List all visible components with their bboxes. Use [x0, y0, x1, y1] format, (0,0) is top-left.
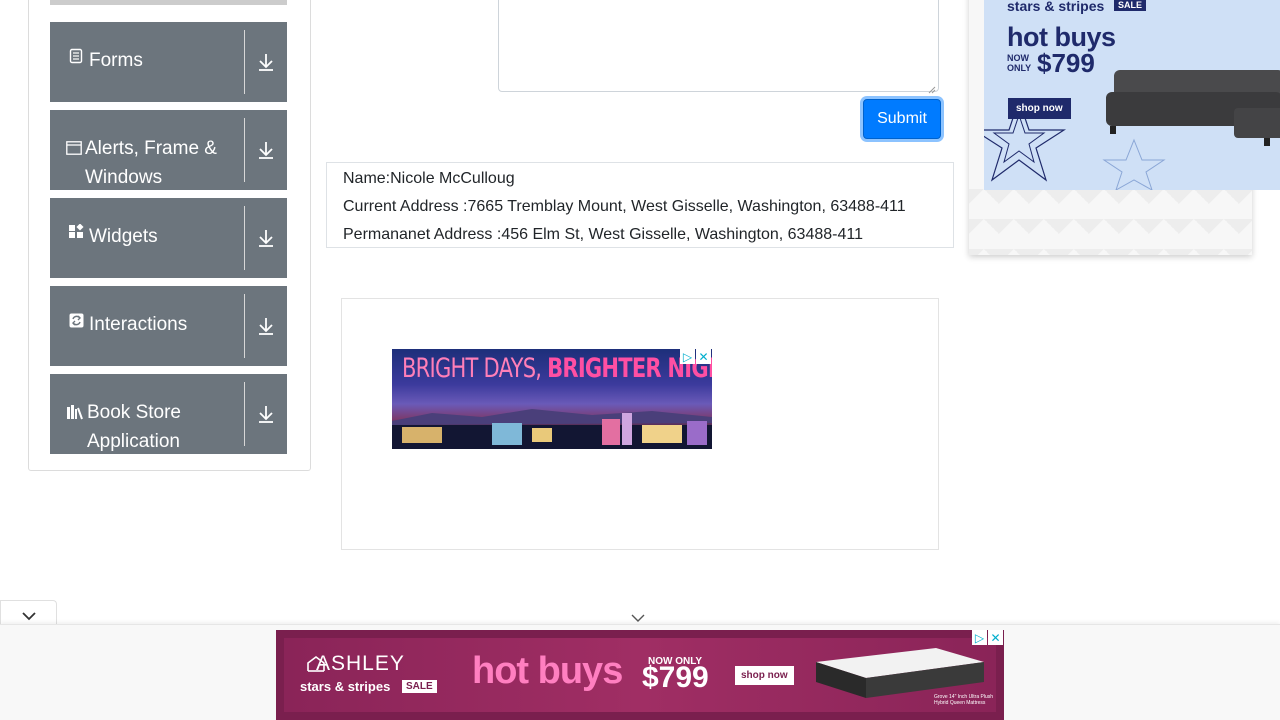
- ad-brand: ASHLEY: [316, 652, 405, 675]
- divider: [244, 30, 245, 94]
- download-icon[interactable]: [251, 110, 281, 190]
- sidebar-scroll-edge: [50, 0, 287, 5]
- divider: [244, 382, 245, 446]
- ad-choices-icon[interactable]: ▷: [972, 630, 987, 645]
- city-skyline-image: [392, 409, 712, 449]
- divider: [244, 294, 245, 358]
- submit-button[interactable]: Submit: [863, 99, 941, 139]
- page: Forms Alerts, Frame & Windows Widgets In…: [0, 0, 1280, 720]
- ad-close-icon[interactable]: ✕: [988, 630, 1003, 645]
- form-icon: [66, 46, 86, 66]
- sidebar-group-widgets[interactable]: Widgets: [50, 198, 287, 278]
- ad-choices-icon[interactable]: ▷: [680, 349, 695, 364]
- sidebar-group-book-store[interactable]: Book Store Application: [50, 374, 287, 454]
- ad-shop-now-button[interactable]: shop now: [1008, 98, 1071, 119]
- ad-now-only: NOW ONLY: [1007, 53, 1032, 73]
- download-icon[interactable]: [251, 22, 281, 102]
- sidebar-group-label: Forms: [89, 50, 143, 71]
- download-icon[interactable]: [251, 198, 281, 278]
- ashley-bottom-ad[interactable]: ASHLEY stars & stripes SALE hot buys NOW…: [276, 630, 1004, 720]
- interactions-icon: [66, 310, 86, 330]
- ad-sale-badge: SALE: [402, 680, 437, 693]
- ad-pattern: [969, 189, 1252, 255]
- output-current-address: Current Address :7665 Tremblay Mount, We…: [343, 198, 906, 215]
- output-name: Name:Nicole McCulloug: [343, 170, 515, 187]
- sidebar-group-forms[interactable]: Forms: [50, 22, 287, 102]
- divider: [244, 206, 245, 270]
- vegas-ad-banner[interactable]: BRIGHT DAYS, BRIGHTER NIGHTS: [392, 349, 712, 449]
- sidebar-group-label: Widgets: [89, 226, 158, 247]
- widgets-icon: [66, 222, 86, 242]
- ad-price: $799: [642, 661, 709, 694]
- sidebar-group-interactions[interactable]: Interactions: [50, 286, 287, 366]
- output-permanent-address: Permananet Address :456 Elm St, West Gis…: [343, 226, 863, 243]
- resize-grip-icon[interactable]: [928, 81, 936, 94]
- ad-fine-print: Grove 14" Inch Ultra Plush Hybrid Queen …: [934, 694, 994, 706]
- output-panel: Name:Nicole McCulloug Current Address :7…: [326, 162, 954, 248]
- ad-price: $799: [1037, 48, 1095, 78]
- divider: [244, 118, 245, 182]
- sidebar-group-alerts[interactable]: Alerts, Frame & Windows: [50, 110, 287, 190]
- ad-headline: BRIGHT DAYS, BRIGHTER NIGHTS: [402, 353, 712, 384]
- download-icon[interactable]: [251, 374, 281, 454]
- sidebar-group-label: Book Store Application: [87, 402, 181, 452]
- window-icon: [66, 138, 82, 158]
- chevron-down-icon: [21, 611, 36, 620]
- ashley-side-ad[interactable]: stars & stripes SALE hot buys NOW ONLY $…: [984, 0, 1280, 190]
- ad-close-icon[interactable]: ✕: [696, 349, 711, 364]
- sidebar-group-label: Interactions: [89, 314, 188, 335]
- ad-subbrand: stars & stripes: [300, 679, 391, 694]
- ad-headline: hot buys: [472, 650, 623, 692]
- permanent-address-textarea[interactable]: [498, 0, 939, 94]
- ad-brand: stars & stripes: [1007, 0, 1105, 14]
- chevron-down-icon[interactable]: [628, 611, 648, 625]
- sidebar-group-label: Alerts, Frame & Windows: [85, 138, 217, 188]
- download-icon[interactable]: [251, 286, 281, 366]
- sofa-image: [1106, 70, 1280, 146]
- ad-shop-now-button[interactable]: shop now: [735, 666, 794, 685]
- books-icon: [66, 402, 84, 422]
- ad-sale-badge: SALE: [1114, 0, 1147, 11]
